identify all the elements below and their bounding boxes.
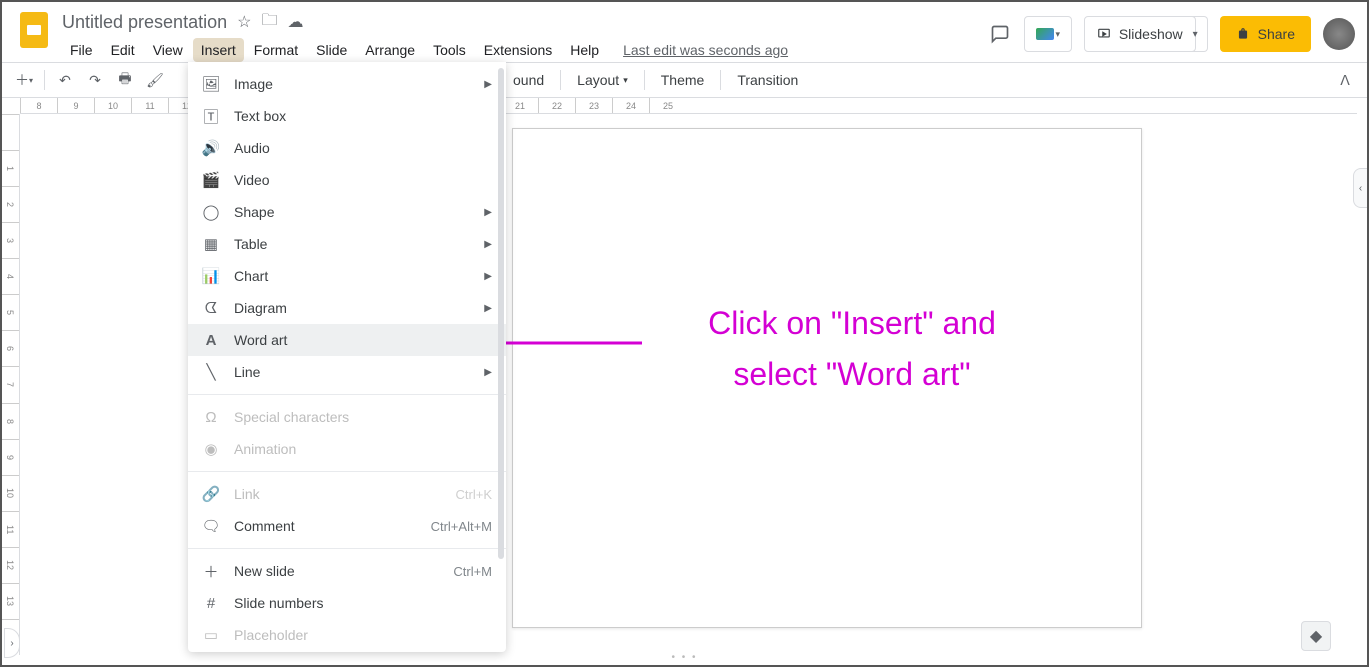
insert-specialchars: ΩSpecial characters	[188, 401, 506, 433]
audio-icon: 🔊	[202, 139, 220, 157]
submenu-arrow-icon: ▶	[484, 239, 492, 250]
menu-tools[interactable]: Tools	[425, 38, 474, 62]
transition-button[interactable]: Transition	[727, 66, 808, 94]
menu-format[interactable]: Format	[246, 38, 306, 62]
menu-arrange[interactable]: Arrange	[357, 38, 423, 62]
diagram-icon: ᗧ	[202, 299, 220, 317]
document-title[interactable]: Untitled presentation	[62, 12, 227, 33]
share-button[interactable]: Share	[1220, 16, 1311, 52]
image-icon: 🖼	[202, 75, 220, 93]
table-icon: ▦	[202, 235, 220, 253]
menu-file[interactable]: File	[62, 38, 101, 62]
menu-insert[interactable]: Insert	[193, 38, 244, 62]
tutorial-annotation: Click on "Insert" and select "Word art"	[642, 298, 1062, 400]
insert-textbox[interactable]: 🅃Text box	[188, 100, 506, 132]
textbox-icon: 🅃	[202, 107, 220, 125]
header-right: ▾ Slideshow ▾ Share	[988, 16, 1355, 52]
menu-view[interactable]: View	[145, 38, 191, 62]
side-panel-toggle[interactable]: ‹	[1353, 168, 1367, 208]
line-icon: ╲	[202, 363, 220, 381]
theme-button[interactable]: Theme	[651, 66, 715, 94]
layout-button[interactable]: Layout▾	[567, 66, 638, 94]
animation-icon: ◉	[202, 440, 220, 458]
vertical-ruler: 1234567891011121314	[2, 114, 20, 655]
star-icon[interactable]: ☆	[237, 12, 251, 32]
slides-logo[interactable]	[14, 10, 54, 50]
redo-icon[interactable]: ↷	[81, 66, 109, 94]
last-edit-link[interactable]: Last edit was seconds ago	[623, 42, 788, 58]
separator	[188, 471, 506, 472]
title-area: Untitled presentation ☆ 🗀 ☁ File Edit Vi…	[62, 10, 988, 62]
insert-newslide[interactable]: ＋New slideCtrl+M	[188, 555, 506, 587]
insert-line[interactable]: ╲Line▶	[188, 356, 506, 388]
plus-icon: ＋	[202, 562, 220, 580]
submenu-arrow-icon: ▶	[484, 207, 492, 218]
comments-icon[interactable]	[988, 22, 1012, 46]
new-slide-button[interactable]: ＋▾	[10, 66, 38, 94]
dropdown-scrollbar[interactable]	[496, 68, 506, 646]
insert-comment[interactable]: 🗨CommentCtrl+Alt+M	[188, 510, 506, 542]
paint-format-icon[interactable]: 🖌	[141, 66, 169, 94]
slideshow-label: Slideshow	[1119, 26, 1183, 42]
submenu-arrow-icon: ▶	[484, 367, 492, 378]
link-icon: 🔗	[202, 485, 220, 503]
slideshow-dropdown[interactable]: ▾	[1184, 16, 1208, 52]
meet-button[interactable]: ▾	[1024, 16, 1072, 52]
account-avatar[interactable]	[1323, 18, 1355, 50]
separator	[720, 70, 721, 90]
separator	[560, 70, 561, 90]
menu-bar: File Edit View Insert Format Slide Arran…	[62, 38, 988, 62]
header: Untitled presentation ☆ 🗀 ☁ File Edit Vi…	[2, 2, 1367, 62]
insert-chart[interactable]: 📊Chart▶	[188, 260, 506, 292]
background-button[interactable]: ound	[503, 66, 554, 94]
submenu-arrow-icon: ▶	[484, 303, 492, 314]
insert-link: 🔗LinkCtrl+K	[188, 478, 506, 510]
insert-video[interactable]: 🎬Video	[188, 164, 506, 196]
explore-button[interactable]: ◆	[1301, 621, 1331, 651]
cloud-icon[interactable]: ☁	[287, 12, 303, 32]
comment-icon: 🗨	[202, 517, 220, 535]
insert-diagram[interactable]: ᗧDiagram▶	[188, 292, 506, 324]
chart-icon: 📊	[202, 267, 220, 285]
omega-icon: Ω	[202, 408, 220, 426]
insert-animation: ◉Animation	[188, 433, 506, 465]
placeholder-icon: ▭	[202, 626, 220, 644]
shape-icon: ◯	[202, 203, 220, 221]
move-icon[interactable]: 🗀	[261, 9, 277, 36]
insert-shape[interactable]: ◯Shape▶	[188, 196, 506, 228]
insert-dropdown: 🖼Image▶ 🅃Text box 🔊Audio 🎬Video ◯Shape▶ …	[188, 62, 506, 652]
insert-image[interactable]: 🖼Image▶	[188, 68, 506, 100]
speaker-notes-handle[interactable]: • • •	[671, 652, 697, 663]
collapse-icon[interactable]: ᐱ	[1331, 66, 1359, 94]
separator	[44, 70, 45, 90]
separator	[188, 548, 506, 549]
insert-slidenumbers[interactable]: #Slide numbers	[188, 587, 506, 619]
hash-icon: #	[202, 594, 220, 612]
menu-extensions[interactable]: Extensions	[476, 38, 560, 62]
menu-edit[interactable]: Edit	[103, 38, 143, 62]
menu-slide[interactable]: Slide	[308, 38, 355, 62]
insert-placeholder: ▭Placeholder	[188, 619, 506, 651]
separator	[188, 394, 506, 395]
slideshow-button[interactable]: Slideshow	[1084, 16, 1196, 52]
insert-table[interactable]: ▦Table▶	[188, 228, 506, 260]
menu-help[interactable]: Help	[562, 38, 607, 62]
share-label: Share	[1258, 26, 1295, 42]
insert-audio[interactable]: 🔊Audio	[188, 132, 506, 164]
video-icon: 🎬	[202, 171, 220, 189]
submenu-arrow-icon: ▶	[484, 271, 492, 282]
wordart-icon: A	[202, 331, 220, 349]
undo-icon[interactable]: ↶	[51, 66, 79, 94]
print-icon[interactable]: 🖶	[111, 66, 139, 94]
separator	[644, 70, 645, 90]
insert-wordart[interactable]: AWord art	[188, 324, 506, 356]
submenu-arrow-icon: ▶	[484, 79, 492, 90]
